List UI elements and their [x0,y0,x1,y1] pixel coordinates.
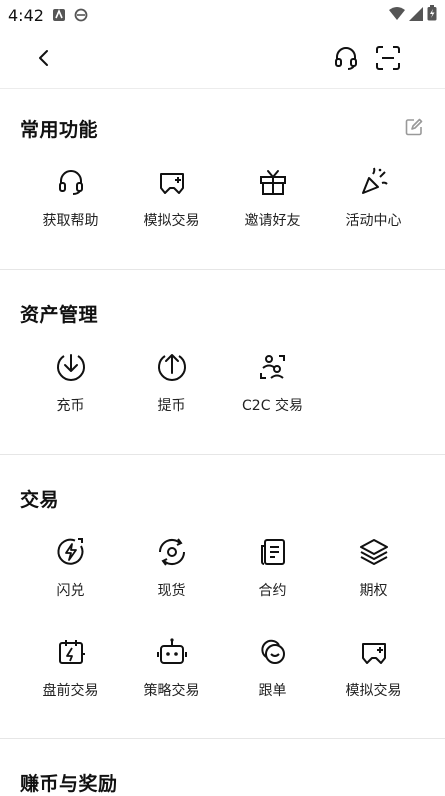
options-layers-icon [359,539,388,565]
tile-label: 获取帮助 [42,213,99,229]
copy-trade-icon [260,639,285,664]
tile-demo-trading-2[interactable]: 模拟交易 [323,636,424,700]
scan-button[interactable] [372,42,404,74]
premarket-calendar-icon [58,640,85,664]
deposit-icon [56,354,85,381]
tile-invite-friends[interactable]: 邀请好友 [222,166,323,230]
signal-icon [409,6,423,25]
status-time: 4:42 [8,5,44,25]
tile-c2c[interactable]: C2C 交易 [222,351,323,415]
gift-icon [259,170,286,195]
tile-label: 跟单 [258,683,287,699]
status-right [389,5,437,25]
back-button[interactable] [28,42,60,74]
bot-icon [156,638,187,664]
edit-button[interactable] [398,111,430,143]
top-bar [0,32,445,84]
gamepad-icon [361,643,386,664]
edit-icon [405,118,423,136]
tile-label: 充币 [56,398,85,414]
c2c-icon [259,355,285,379]
tile-demo-trading[interactable]: 模拟交易 [121,166,222,230]
tile-get-help[interactable]: 获取帮助 [20,166,121,230]
tile-contract[interactable]: 合约 [222,536,323,600]
section-title-assets: 资产管理 [20,304,99,326]
tile-copy-trading[interactable]: 跟单 [222,636,323,700]
gamepad-icon [159,173,184,194]
contract-icon [260,539,285,565]
section-divider [0,454,445,455]
app-notification-icon [52,8,66,22]
tile-label: 邀请好友 [244,213,301,229]
tile-deposit[interactable]: 充币 [20,351,121,415]
headset-icon [58,170,83,195]
tile-strategy[interactable]: 策略交易 [121,636,222,700]
scan-icon [376,46,400,70]
tile-label: 现货 [157,583,186,599]
battery-icon [427,5,437,25]
tile-label: 模拟交易 [345,683,402,699]
tile-label: C2C 交易 [242,398,303,414]
tile-label: 活动中心 [345,213,402,229]
withdraw-icon [157,354,186,381]
browser-notification-icon [74,8,88,22]
tile-premarket[interactable]: 盘前交易 [20,636,121,700]
section-title-common: 常用功能 [20,119,99,141]
section-title-trade: 交易 [20,489,60,511]
chevron-left-icon [39,50,48,66]
tile-event-center[interactable]: 活动中心 [323,166,424,230]
status-bar: 4:42 [0,0,445,30]
tile-label: 策略交易 [143,683,200,699]
flash-convert-icon [56,538,83,565]
status-left: 4:42 [8,6,88,25]
tile-label: 提币 [157,398,186,414]
headset-icon [335,47,357,70]
section-divider [0,738,445,739]
tile-label: 合约 [258,583,287,599]
tile-flash-convert[interactable]: 闪兑 [20,536,121,600]
header-divider [0,88,445,89]
tile-withdraw[interactable]: 提币 [121,351,222,415]
section-divider [0,269,445,270]
support-button[interactable] [330,42,362,74]
spot-icon [158,538,185,566]
wifi-icon [389,6,405,25]
tile-label: 盘前交易 [42,683,99,699]
tile-label: 闪兑 [56,583,85,599]
tile-spot[interactable]: 现货 [121,536,222,600]
party-popper-icon [361,167,388,194]
tile-label: 模拟交易 [143,213,200,229]
tile-label: 期权 [359,583,388,599]
tile-options[interactable]: 期权 [323,536,424,600]
